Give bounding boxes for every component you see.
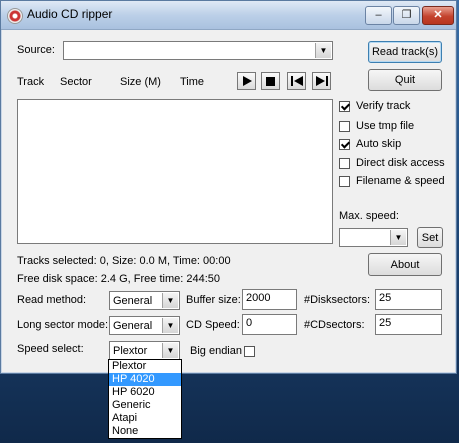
- set-button[interactable]: Set: [417, 227, 443, 248]
- big-endian-checkbox[interactable]: [244, 346, 255, 357]
- filename-speed-label: Filename & speed: [356, 175, 445, 187]
- cd-icon: [7, 8, 23, 24]
- verify-track-label: Verify track: [356, 100, 411, 112]
- chevron-down-icon[interactable]: ▼: [390, 230, 406, 245]
- filename-speed-checkbox[interactable]: [339, 175, 350, 187]
- max-speed-label: Max. speed:: [339, 210, 399, 222]
- cd-sectors-label: #CDsectors:: [304, 319, 365, 331]
- option-direct-disk-access[interactable]: Direct disk access: [339, 157, 445, 169]
- skip-back-icon: [290, 76, 303, 86]
- speed-select-dropdown[interactable]: Plextor HP 4020 HP 6020 Generic Atapi No…: [108, 359, 182, 439]
- buffer-size-input[interactable]: 2000: [242, 289, 297, 310]
- option-use-tmp-file[interactable]: Use tmp file: [339, 120, 414, 132]
- app-window: Audio CD ripper – ❐ ✕ Source: ▼ Read tra…: [0, 0, 457, 374]
- title-bar[interactable]: Audio CD ripper – ❐ ✕: [1, 1, 456, 30]
- play-button[interactable]: [237, 72, 256, 90]
- disk-sectors-label: #Disksectors:: [304, 294, 371, 306]
- window-title: Audio CD ripper: [27, 7, 113, 21]
- tracks-selected-status: Tracks selected: 0, Size: 0.0 M, Time: 0…: [17, 255, 231, 267]
- verify-track-checkbox[interactable]: [339, 100, 350, 112]
- track-list[interactable]: [17, 99, 333, 244]
- close-button[interactable]: ✕: [422, 6, 454, 25]
- read-method-select[interactable]: General ▼: [109, 291, 180, 310]
- next-button[interactable]: [312, 72, 331, 90]
- skip-forward-icon: [315, 76, 328, 86]
- chevron-down-icon[interactable]: ▼: [315, 43, 331, 58]
- quit-button[interactable]: Quit: [368, 69, 442, 91]
- long-sector-mode-select[interactable]: General ▼: [109, 316, 180, 335]
- cd-speed-input[interactable]: 0: [242, 314, 297, 335]
- big-endian-label: Big endian: [190, 345, 242, 357]
- auto-skip-checkbox[interactable]: [339, 138, 350, 150]
- option-filename-speed[interactable]: Filename & speed: [339, 175, 445, 187]
- read-method-label: Read method:: [17, 294, 87, 306]
- dropdown-option-atapi[interactable]: Atapi: [109, 412, 181, 425]
- option-auto-skip[interactable]: Auto skip: [339, 138, 401, 150]
- maximize-button[interactable]: ❐: [393, 6, 420, 25]
- source-label: Source:: [17, 44, 55, 56]
- direct-disk-access-checkbox[interactable]: [339, 157, 350, 169]
- disk-sectors-input[interactable]: 25: [375, 289, 442, 310]
- free-disk-status: Free disk space: 2.4 G, Free time: 244:5…: [17, 273, 220, 285]
- long-sector-mode-value: General: [113, 320, 153, 332]
- use-tmp-file-checkbox[interactable]: [339, 120, 350, 132]
- chevron-down-icon[interactable]: ▼: [162, 343, 178, 358]
- buffer-size-label: Buffer size:: [186, 294, 241, 306]
- dropdown-option-none[interactable]: None: [109, 425, 181, 438]
- use-tmp-file-label: Use tmp file: [356, 120, 415, 132]
- play-icon: [242, 76, 252, 86]
- previous-button[interactable]: [287, 72, 306, 90]
- dropdown-option-plextor[interactable]: Plextor: [109, 360, 181, 373]
- chevron-down-icon[interactable]: ▼: [162, 293, 178, 308]
- max-speed-select[interactable]: ▼: [339, 228, 408, 247]
- stop-icon: [266, 76, 275, 86]
- read-method-value: General: [113, 295, 153, 307]
- dropdown-option-generic[interactable]: Generic: [109, 399, 181, 412]
- col-time: Time: [180, 76, 205, 88]
- col-size: Size (M): [120, 76, 161, 88]
- option-verify-track[interactable]: Verify track: [339, 100, 410, 112]
- auto-skip-label: Auto skip: [356, 138, 402, 150]
- direct-disk-access-label: Direct disk access: [356, 157, 445, 169]
- long-sector-mode-label: Long sector mode:: [17, 319, 109, 331]
- cd-sectors-input[interactable]: 25: [375, 314, 442, 335]
- speed-select-value: Plextor: [113, 345, 148, 357]
- dropdown-option-hp6020[interactable]: HP 6020: [109, 386, 181, 399]
- dropdown-option-hp4020[interactable]: HP 4020: [109, 373, 181, 386]
- stop-button[interactable]: [261, 72, 280, 90]
- cd-speed-label: CD Speed:: [186, 319, 240, 331]
- speed-select-label: Speed select:: [17, 343, 84, 355]
- about-button[interactable]: About: [368, 253, 442, 276]
- source-select[interactable]: ▼: [63, 41, 333, 60]
- chevron-down-icon[interactable]: ▼: [162, 318, 178, 333]
- col-sector: Sector: [60, 76, 92, 88]
- speed-select[interactable]: Plextor ▼: [109, 341, 180, 360]
- minimize-button[interactable]: –: [365, 6, 392, 25]
- col-track: Track: [17, 76, 45, 88]
- read-tracks-button[interactable]: Read track(s): [368, 41, 442, 63]
